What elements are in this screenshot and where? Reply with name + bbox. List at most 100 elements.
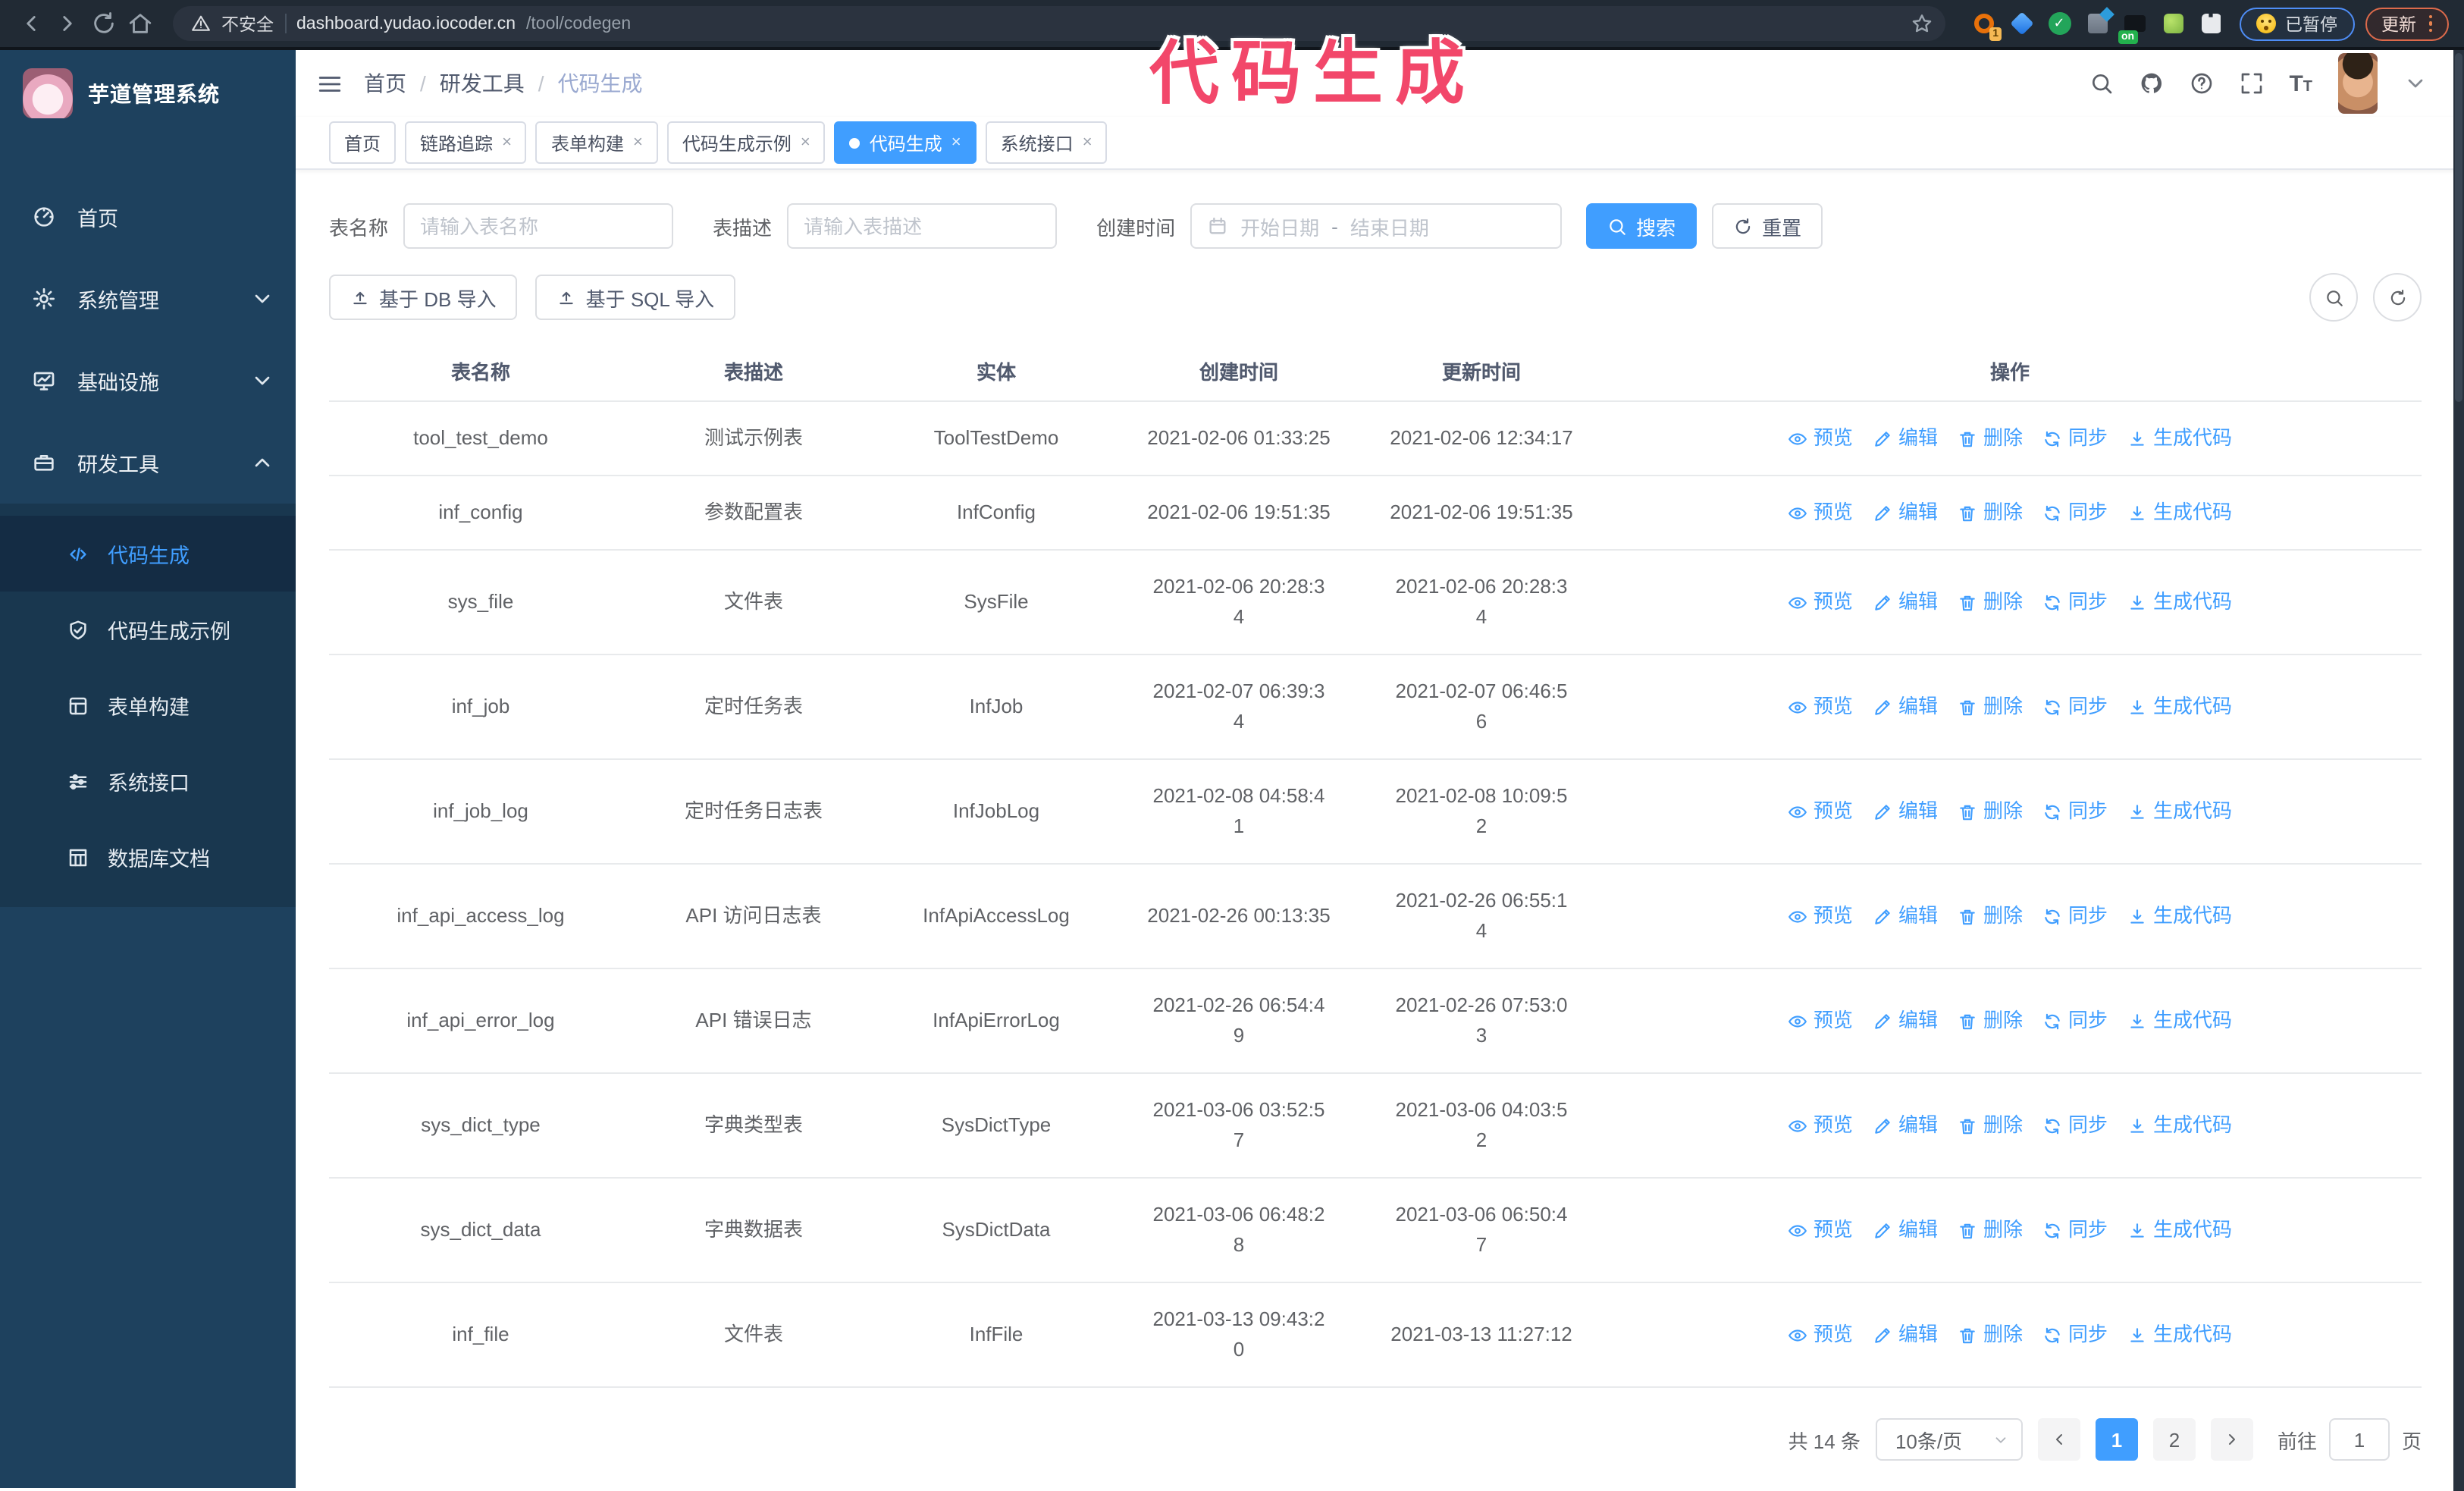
sidebar-item-3[interactable]: 研发工具 [0, 422, 296, 504]
submenu-item-2[interactable]: 表单构建 [0, 667, 296, 743]
extension-check-icon[interactable]: ✓ [2047, 11, 2071, 36]
action-sync-link[interactable]: 同步 [2042, 498, 2108, 528]
next-page-button[interactable] [2210, 1418, 2253, 1461]
submenu-item-1[interactable]: 代码生成示例 [0, 592, 296, 667]
action-sync-link[interactable]: 同步 [2042, 1006, 2108, 1036]
sidebar-item-1[interactable]: 系统管理 [0, 258, 296, 340]
table-desc-input[interactable] [787, 203, 1058, 249]
table-name-input[interactable] [403, 203, 674, 249]
action-edit-link[interactable]: 编辑 [1873, 498, 1938, 528]
action-edit-link[interactable]: 编辑 [1873, 1006, 1938, 1036]
action-delete-link[interactable]: 删除 [1958, 1215, 2023, 1245]
action-delete-link[interactable]: 删除 [1958, 692, 2023, 722]
hamburger-icon[interactable] [317, 71, 343, 96]
extension-android-icon[interactable] [2161, 11, 2185, 36]
action-sync-link[interactable]: 同步 [2042, 796, 2108, 827]
chevron-down-icon[interactable] [2403, 71, 2428, 96]
scrollbar[interactable] [2453, 50, 2464, 1491]
font-size-icon[interactable]: TT [2289, 72, 2312, 95]
scrollbar-thumb[interactable] [2455, 53, 2462, 402]
tab-2[interactable]: 表单构建 × [535, 121, 658, 164]
close-icon[interactable]: × [1083, 133, 1092, 151]
date-range-picker[interactable]: 开始日期 - 结束日期 [1190, 203, 1563, 249]
close-icon[interactable]: × [951, 133, 961, 151]
extension-ring-icon[interactable]: 1 [1971, 11, 2002, 40]
reset-button[interactable]: 重置 [1712, 203, 1823, 249]
page-button-2[interactable]: 2 [2152, 1418, 2196, 1461]
breadcrumb-home[interactable]: 首页 [364, 68, 406, 99]
tab-3[interactable]: 代码生成示例 × [666, 121, 826, 164]
action-edit-link[interactable]: 编辑 [1873, 901, 1938, 931]
action-edit-link[interactable]: 编辑 [1873, 1320, 1938, 1350]
sidebar-item-0[interactable]: 首页 [0, 176, 296, 258]
action-preview-link[interactable]: 预览 [1788, 1215, 1853, 1245]
tab-1[interactable]: 链路追踪 × [405, 121, 527, 164]
action-edit-link[interactable]: 编辑 [1873, 796, 1938, 827]
forward-icon[interactable] [55, 11, 80, 36]
avatar[interactable] [2338, 53, 2378, 114]
action-edit-link[interactable]: 编辑 [1873, 1215, 1938, 1245]
action-generate-link[interactable]: 生成代码 [2127, 1110, 2232, 1141]
kebab-menu-icon[interactable] [2428, 14, 2432, 33]
sidebar-item-2[interactable]: 基础设施 [0, 340, 296, 422]
submenu-item-4[interactable]: 数据库文档 [0, 819, 296, 895]
home-icon[interactable] [127, 11, 153, 36]
page-button-1[interactable]: 1 [2095, 1418, 2138, 1461]
action-edit-link[interactable]: 编辑 [1873, 1110, 1938, 1141]
action-preview-link[interactable]: 预览 [1788, 1320, 1853, 1350]
tab-0[interactable]: 首页 [329, 121, 397, 164]
submenu-item-3[interactable]: 系统接口 [0, 743, 296, 819]
fullscreen-icon[interactable] [2239, 71, 2263, 96]
submenu-item-0[interactable]: 代码生成 [0, 516, 296, 592]
toggle-search-button[interactable] [2309, 273, 2358, 322]
action-delete-link[interactable]: 删除 [1958, 1320, 2023, 1350]
action-delete-link[interactable]: 删除 [1958, 796, 2023, 827]
close-icon[interactable]: × [801, 133, 810, 151]
extension-puzzle-icon[interactable] [2199, 11, 2223, 36]
refresh-table-button[interactable] [2373, 273, 2422, 322]
action-generate-link[interactable]: 生成代码 [2127, 796, 2232, 827]
prev-page-button[interactable] [2037, 1418, 2080, 1461]
action-sync-link[interactable]: 同步 [2042, 1215, 2108, 1245]
import-sql-button[interactable]: 基于 SQL 导入 [535, 275, 736, 320]
bookmark-star-icon[interactable] [1911, 12, 1933, 35]
goto-page-input[interactable] [2328, 1418, 2390, 1461]
reload-icon[interactable] [91, 11, 117, 36]
search-button[interactable]: 搜索 [1586, 203, 1698, 249]
search-icon[interactable] [2089, 71, 2113, 96]
action-preview-link[interactable]: 预览 [1788, 587, 1853, 617]
close-icon[interactable]: × [502, 133, 512, 151]
action-sync-link[interactable]: 同步 [2042, 901, 2108, 931]
action-sync-link[interactable]: 同步 [2042, 587, 2108, 617]
action-generate-link[interactable]: 生成代码 [2127, 901, 2232, 931]
action-preview-link[interactable]: 预览 [1788, 423, 1853, 454]
close-icon[interactable]: × [633, 133, 643, 151]
action-delete-link[interactable]: 删除 [1958, 1110, 2023, 1141]
action-generate-link[interactable]: 生成代码 [2127, 1006, 2232, 1036]
extension-gem-icon[interactable] [2009, 11, 2033, 36]
action-delete-link[interactable]: 删除 [1958, 423, 2023, 454]
address-bar[interactable]: 不安全 dashboard.yudao.iocoder.cn/tool/code… [173, 6, 1945, 41]
action-edit-link[interactable]: 编辑 [1873, 587, 1938, 617]
action-sync-link[interactable]: 同步 [2042, 1320, 2108, 1350]
logo-row[interactable]: 芋道管理系统 [0, 50, 296, 137]
action-sync-link[interactable]: 同步 [2042, 423, 2108, 454]
github-icon[interactable] [2139, 71, 2163, 96]
action-preview-link[interactable]: 预览 [1788, 692, 1853, 722]
import-db-button[interactable]: 基于 DB 导入 [329, 275, 518, 320]
action-generate-link[interactable]: 生成代码 [2127, 587, 2232, 617]
paused-profile-badge[interactable]: 已暂停 [2240, 7, 2354, 40]
action-generate-link[interactable]: 生成代码 [2127, 498, 2232, 528]
breadcrumb-tools[interactable]: 研发工具 [440, 68, 525, 99]
action-preview-link[interactable]: 预览 [1788, 901, 1853, 931]
action-delete-link[interactable]: 删除 [1958, 901, 2023, 931]
action-generate-link[interactable]: 生成代码 [2127, 1320, 2232, 1350]
action-generate-link[interactable]: 生成代码 [2127, 1215, 2232, 1245]
action-preview-link[interactable]: 预览 [1788, 1006, 1853, 1036]
action-preview-link[interactable]: 预览 [1788, 796, 1853, 827]
action-delete-link[interactable]: 删除 [1958, 498, 2023, 528]
action-edit-link[interactable]: 编辑 [1873, 423, 1938, 454]
extension-grid-icon[interactable] [2085, 11, 2109, 36]
action-edit-link[interactable]: 编辑 [1873, 692, 1938, 722]
extension-dark-icon[interactable]: on [2118, 11, 2147, 43]
